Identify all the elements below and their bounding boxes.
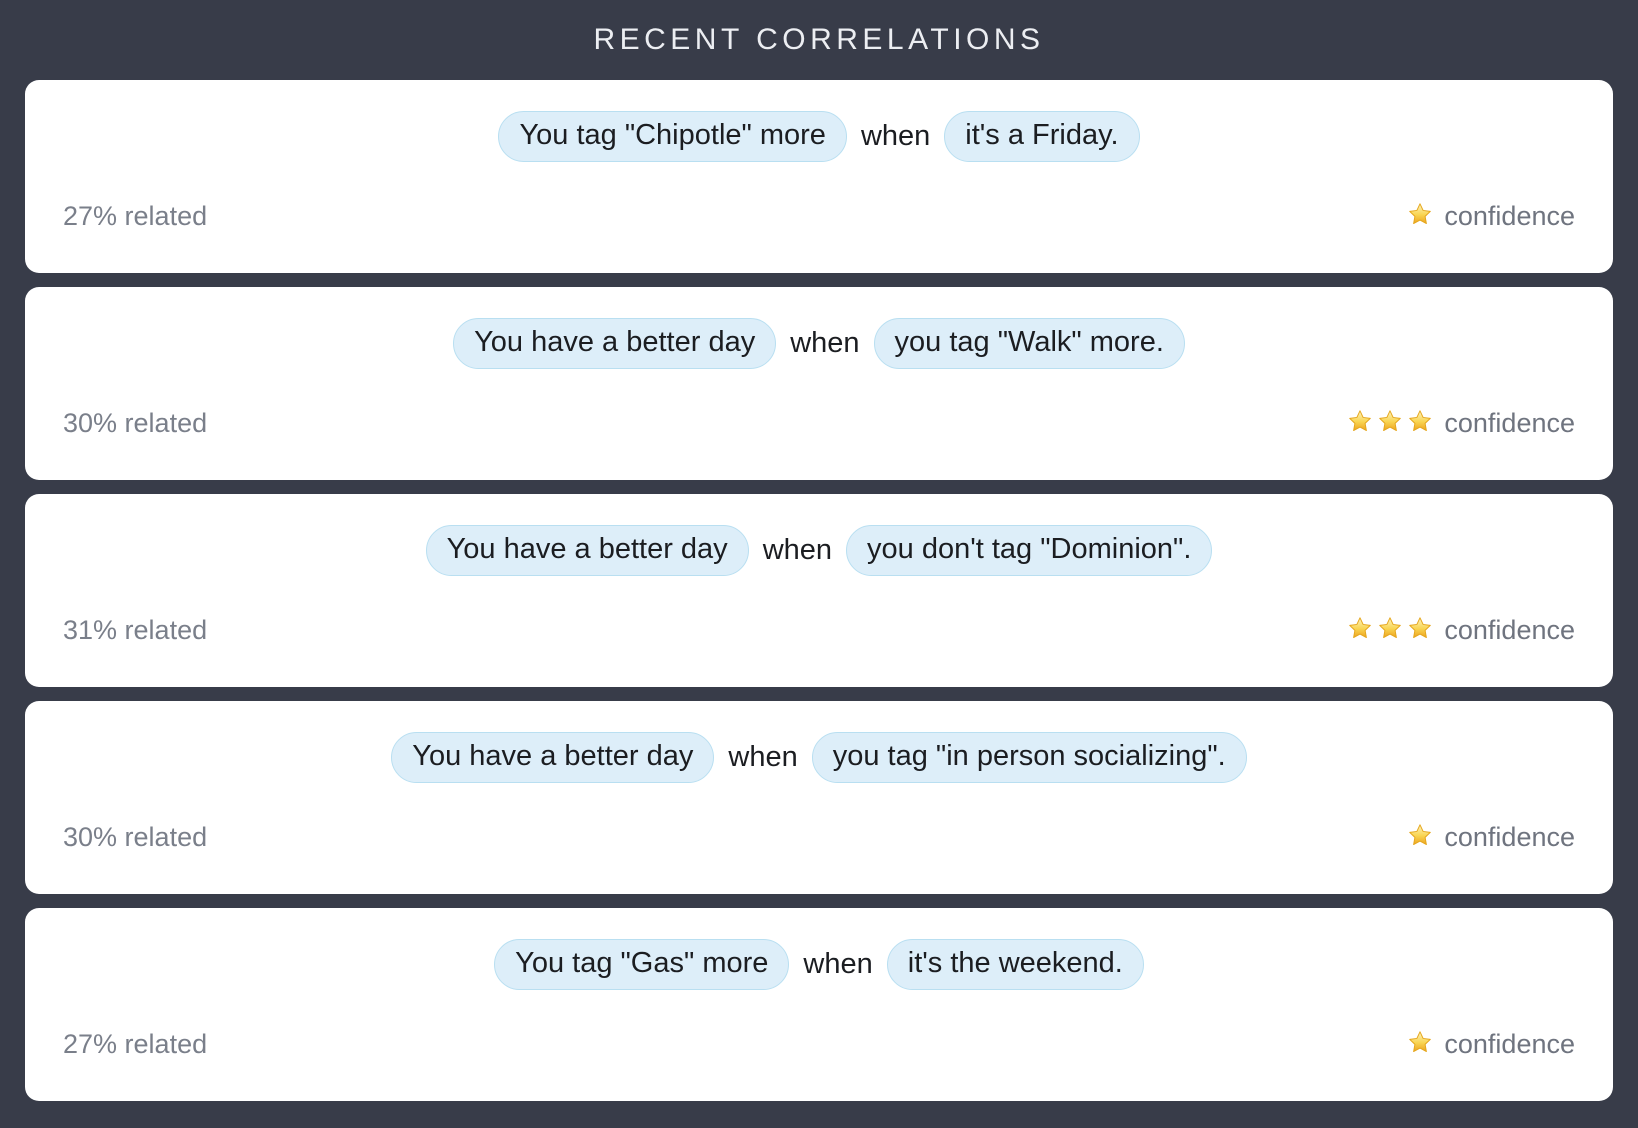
related-percent-label: 27% related [63,1028,208,1059]
correlation-statement: You tag "Gas" more when it's the weekend… [25,908,1613,991]
star-icon [1407,1029,1437,1059]
effect-pill[interactable]: you tag "Walk" more. [873,318,1185,370]
cause-pill[interactable]: You tag "Chipotle" more [498,111,847,163]
connector-text: when [790,327,860,359]
confidence-stars [1407,822,1437,852]
recent-correlations-page: RECENT CORRELATIONS You tag "Chipotle" m… [0,0,1638,1128]
effect-pill[interactable]: it's a Friday. [944,111,1140,163]
correlation-card-3[interactable]: You have a better day when you don't tag… [25,494,1613,687]
related-percent-label: 31% related [63,614,208,645]
confidence-stars [1407,201,1437,231]
correlation-statement: You have a better day when you don't tag… [25,494,1613,577]
page-header: RECENT CORRELATIONS [0,0,1638,80]
correlation-list: You tag "Chipotle" more when it's a Frid… [0,80,1638,1101]
cause-pill[interactable]: You tag "Gas" more [494,939,790,991]
confidence-label: confidence [1444,614,1575,645]
correlation-statement: You tag "Chipotle" more when it's a Frid… [25,80,1613,163]
correlation-meta: 30% related confidence [63,822,1575,852]
correlation-statement: You have a better day when you tag "Walk… [25,287,1613,370]
correlation-meta: 27% related confidence [63,201,1575,231]
correlation-card-5[interactable]: You tag "Gas" more when it's the weekend… [25,908,1613,1101]
confidence-label: confidence [1444,821,1575,852]
confidence-stars [1347,408,1437,438]
star-icon [1407,615,1437,645]
connector-text: when [728,741,798,773]
star-icon [1377,615,1407,645]
effect-pill[interactable]: you don't tag "Dominion". [846,525,1213,577]
cause-pill[interactable]: You have a better day [425,525,749,577]
star-icon [1407,822,1437,852]
confidence-indicator: confidence [1407,1029,1575,1059]
confidence-indicator: confidence [1407,201,1575,231]
connector-text: when [803,948,873,980]
correlation-meta: 31% related confidence [63,615,1575,645]
correlation-card-1[interactable]: You tag "Chipotle" more when it's a Frid… [25,80,1613,273]
connector-text: when [860,120,931,152]
star-icon [1347,408,1377,438]
star-icon [1407,408,1437,438]
confidence-stars [1407,1029,1437,1059]
effect-pill[interactable]: you tag "in person socializing". [811,732,1247,784]
confidence-label: confidence [1444,407,1575,438]
confidence-label: confidence [1444,200,1575,231]
star-icon [1347,615,1377,645]
confidence-label: confidence [1444,1028,1575,1059]
related-percent-label: 30% related [63,407,208,438]
star-icon [1407,201,1437,231]
confidence-indicator: confidence [1407,822,1575,852]
correlation-card-2[interactable]: You have a better day when you tag "Walk… [25,287,1613,480]
related-percent-label: 30% related [63,821,208,852]
related-percent-label: 27% related [63,200,208,231]
correlation-meta: 27% related confidence [63,1029,1575,1059]
confidence-indicator: confidence [1347,615,1575,645]
cause-pill[interactable]: You have a better day [453,318,777,370]
star-icon [1377,408,1407,438]
confidence-stars [1347,615,1437,645]
page-title: RECENT CORRELATIONS [593,23,1045,56]
confidence-indicator: confidence [1347,408,1575,438]
correlation-card-4[interactable]: You have a better day when you tag "in p… [25,701,1613,894]
connector-text: when [762,534,833,566]
effect-pill[interactable]: it's the weekend. [886,939,1144,991]
correlation-meta: 30% related confidence [63,408,1575,438]
correlation-statement: You have a better day when you tag "in p… [25,701,1613,784]
cause-pill[interactable]: You have a better day [391,732,715,784]
